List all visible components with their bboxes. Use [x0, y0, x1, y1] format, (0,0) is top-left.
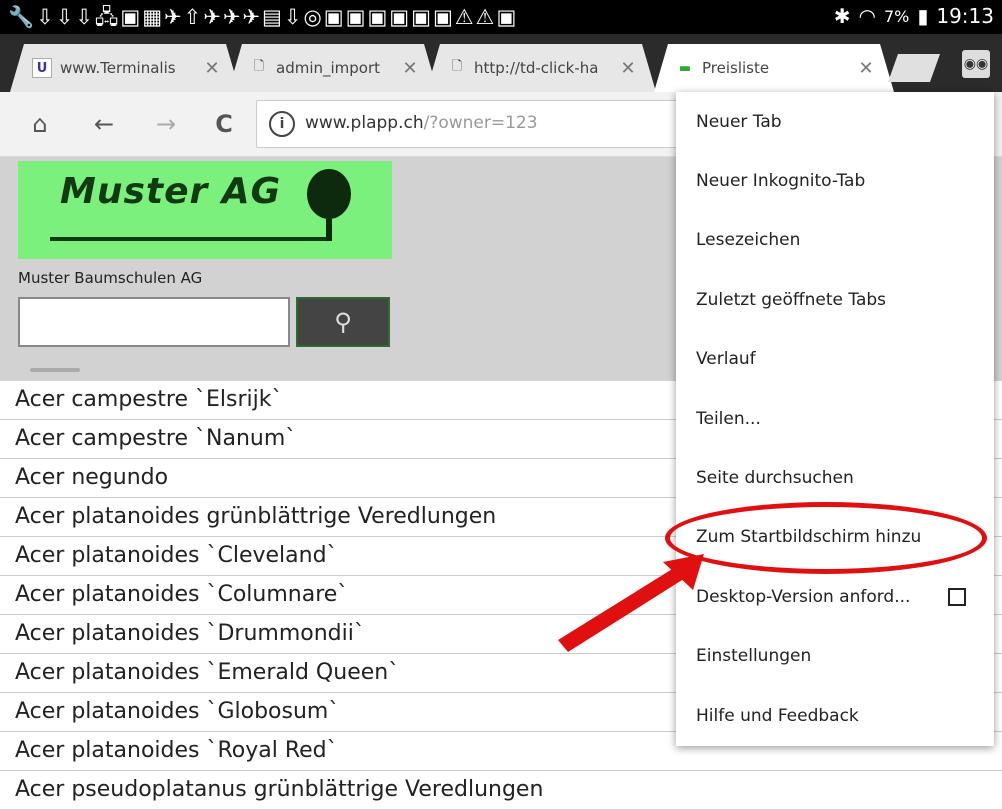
reload-icon[interactable]: C	[206, 106, 242, 142]
battery-icon: ▮	[917, 4, 929, 28]
wifi-icon: ◠	[858, 4, 876, 28]
bluetooth-icon: ✱	[833, 4, 851, 28]
desktop-checkbox[interactable]	[948, 587, 966, 606]
notification-icons: 🔧⇩⇩⇩🖧▣▦✈⇧✈✈✈▤⇩◎▣▣▣▣▣▣⚠⚠▣	[8, 5, 519, 29]
url-host: www.plapp.ch	[305, 113, 424, 133]
favicon-icon: U	[32, 58, 52, 78]
tab-title: Preisliste	[702, 59, 770, 77]
menu-item-recent-tabs[interactable]: Zuletzt geöffnete Tabs	[676, 270, 994, 329]
menu-item-request-desktop[interactable]: Desktop-Version anford...	[676, 567, 994, 626]
highlight-ellipse	[665, 502, 987, 574]
browser-menu: Neuer Tab Neuer Inkognito-Tab Lesezeiche…	[676, 92, 994, 746]
menu-item-share[interactable]: Teilen...	[676, 389, 994, 448]
logo-line	[50, 237, 332, 241]
list-item[interactable]: Acer pseudoplatanus grünblättrige Veredl…	[0, 771, 1002, 810]
tab-terminalis[interactable]: U www.Terminalis ✕	[10, 44, 240, 92]
incognito-icon[interactable]: ◉◉	[962, 50, 990, 78]
menu-item-new-tab[interactable]: Neuer Tab	[676, 92, 994, 151]
menu-item-help-feedback[interactable]: Hilfe und Feedback	[676, 686, 994, 745]
url-text: www.plapp.ch/?owner=123	[305, 113, 538, 133]
logo-text: Muster AG	[60, 171, 282, 212]
close-tab-icon[interactable]: ✕	[198, 58, 226, 79]
info-icon[interactable]: i	[269, 111, 295, 137]
tab-title: www.Terminalis	[60, 59, 176, 77]
tree-trunk	[326, 219, 332, 241]
company-logo: Muster AG	[18, 161, 392, 259]
url-path: /?owner=123	[423, 113, 538, 133]
menu-item-settings[interactable]: Einstellungen	[676, 627, 994, 686]
tab-title: http://td-click-ha	[474, 59, 599, 77]
menu-item-incognito-tab[interactable]: Neuer Inkognito-Tab	[676, 151, 994, 210]
address-bar[interactable]: i www.plapp.ch/?owner=123	[256, 100, 738, 148]
tab-admin-import[interactable]: 🗋 admin_import ✕	[228, 44, 438, 92]
favicon-icon: ▬	[678, 60, 692, 76]
battery-level: 7%	[883, 6, 910, 26]
scroll-indicator	[30, 368, 80, 372]
company-name: Muster Baumschulen AG	[18, 269, 203, 287]
page-icon: 🗋	[253, 59, 265, 74]
back-icon[interactable]: ←	[86, 106, 122, 142]
tab-td-click[interactable]: 🗋 http://td-click-ha ✕	[426, 44, 656, 92]
search-icon: ⚲	[334, 308, 352, 336]
search-input[interactable]	[18, 297, 290, 347]
search-button[interactable]: ⚲	[296, 297, 390, 347]
menu-item-bookmarks[interactable]: Lesezeichen	[676, 211, 994, 270]
page-icon: 🗋	[451, 59, 463, 74]
tab-title: admin_import	[276, 59, 381, 77]
new-tab-button[interactable]	[888, 54, 940, 82]
tab-preisliste[interactable]: ▬ Preisliste ✕	[654, 44, 894, 92]
close-tab-icon[interactable]: ✕	[852, 58, 880, 79]
tab-strip: U www.Terminalis ✕ 🗋 admin_import ✕ 🗋 ht…	[0, 34, 1002, 92]
forward-icon[interactable]: →	[148, 106, 184, 142]
menu-item-history[interactable]: Verlauf	[676, 330, 994, 389]
close-tab-icon[interactable]: ✕	[614, 58, 642, 79]
clock: 19:13	[936, 4, 994, 28]
tree-icon	[307, 169, 351, 219]
status-bar: 🔧⇩⇩⇩🖧▣▦✈⇧✈✈✈▤⇩◎▣▣▣▣▣▣⚠⚠▣ ✱ ◠ 7% ▮ 19:13	[0, 0, 1002, 34]
menu-item-find-in-page[interactable]: Seite durchsuchen	[676, 448, 994, 507]
menu-item-label: Desktop-Version anford...	[696, 586, 911, 607]
home-icon[interactable]: ⌂	[22, 106, 58, 142]
close-tab-icon[interactable]: ✕	[396, 58, 424, 79]
